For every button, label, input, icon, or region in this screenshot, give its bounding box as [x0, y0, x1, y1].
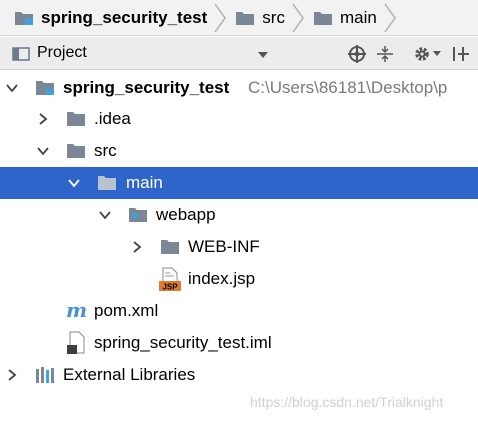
- module-path: C:\Users\86181\Desktop\p: [248, 78, 448, 97]
- chevron-right-icon[interactable]: [37, 113, 49, 125]
- module-folder-icon: [15, 11, 33, 25]
- jsp-badge-text: JSP: [162, 283, 178, 292]
- breadcrumb-item-src[interactable]: src: [229, 0, 307, 36]
- tree-item-root[interactable]: spring_security_test C:\Users\86181\Desk…: [0, 72, 478, 104]
- chevron-down-icon[interactable]: [99, 209, 111, 221]
- module-folder-icon: [36, 81, 54, 95]
- watermark: https://blog.csdn.net/Trialknight: [250, 394, 444, 410]
- folder-icon: [236, 11, 255, 25]
- tree-item-label: spring_security_test: [63, 78, 230, 97]
- folder-icon: [98, 176, 116, 190]
- tree-item-external-libraries[interactable]: External Libraries: [0, 359, 478, 391]
- project-view-icon: [12, 47, 30, 61]
- breadcrumb-item-main[interactable]: main: [307, 0, 399, 36]
- gear-menu-chevron-icon[interactable]: [433, 51, 441, 57]
- tree-item-label: src: [94, 141, 117, 160]
- hide-panel-icon[interactable]: [452, 45, 470, 63]
- tree-item-label: main: [126, 173, 163, 192]
- breadcrumb-label: spring_security_test: [41, 7, 208, 27]
- breadcrumb-label: src: [262, 7, 285, 27]
- folder-icon: [161, 240, 179, 254]
- chevron-right-icon: [214, 3, 227, 32]
- navigation-breadcrumb: spring_security_test src main: [0, 0, 478, 36]
- breadcrumb-item-project[interactable]: spring_security_test: [0, 0, 229, 36]
- project-panel-header: Project: [0, 37, 478, 70]
- tree-item-pom[interactable]: m pom.xml: [0, 295, 478, 327]
- collapse-all-icon[interactable]: [376, 45, 394, 63]
- tree-item-webapp[interactable]: webapp: [0, 199, 478, 231]
- breadcrumb-label: main: [339, 7, 377, 27]
- svg-text:m: m: [66, 303, 87, 319]
- folder-icon: [67, 112, 85, 126]
- maven-icon: m: [66, 303, 87, 319]
- tree-item-label: spring_security_test.iml: [94, 333, 272, 352]
- tree-item-src[interactable]: src: [0, 135, 478, 167]
- tree-item-idea[interactable]: .idea: [0, 103, 478, 135]
- web-folder-icon: [129, 208, 147, 222]
- chevron-down-icon[interactable]: [6, 82, 18, 94]
- library-icon: [36, 367, 54, 383]
- iml-file-icon: [67, 331, 85, 354]
- tree-item-label: pom.xml: [94, 301, 159, 320]
- chevron-right-icon[interactable]: [6, 369, 18, 381]
- chevron-down-icon[interactable]: [37, 145, 49, 157]
- chevron-right-icon: [384, 3, 396, 32]
- project-view-selector[interactable]: Project: [37, 44, 87, 62]
- chevron-down-icon[interactable]: [257, 51, 269, 59]
- folder-icon: [67, 144, 85, 158]
- tree-item-iml[interactable]: spring_security_test.iml: [0, 327, 478, 359]
- jsp-file-icon: JSP: [159, 267, 181, 291]
- locate-icon[interactable]: [348, 45, 366, 63]
- tree-item-index-jsp[interactable]: JSP index.jsp: [0, 263, 478, 295]
- tree-item-label: .idea: [94, 109, 131, 128]
- chevron-right-icon[interactable]: [131, 241, 143, 253]
- gear-icon[interactable]: [413, 45, 431, 63]
- tree-item-label: webapp: [156, 205, 216, 224]
- tree-item-label: WEB-INF: [188, 237, 260, 256]
- chevron-right-icon: [292, 3, 304, 32]
- tree-item-main[interactable]: main: [0, 167, 478, 199]
- folder-icon: [313, 11, 332, 25]
- chevron-down-icon[interactable]: [68, 177, 80, 189]
- tree-item-label: index.jsp: [188, 269, 256, 288]
- tree-item-label: External Libraries: [63, 365, 196, 384]
- tree-item-webinf[interactable]: WEB-INF: [0, 231, 478, 263]
